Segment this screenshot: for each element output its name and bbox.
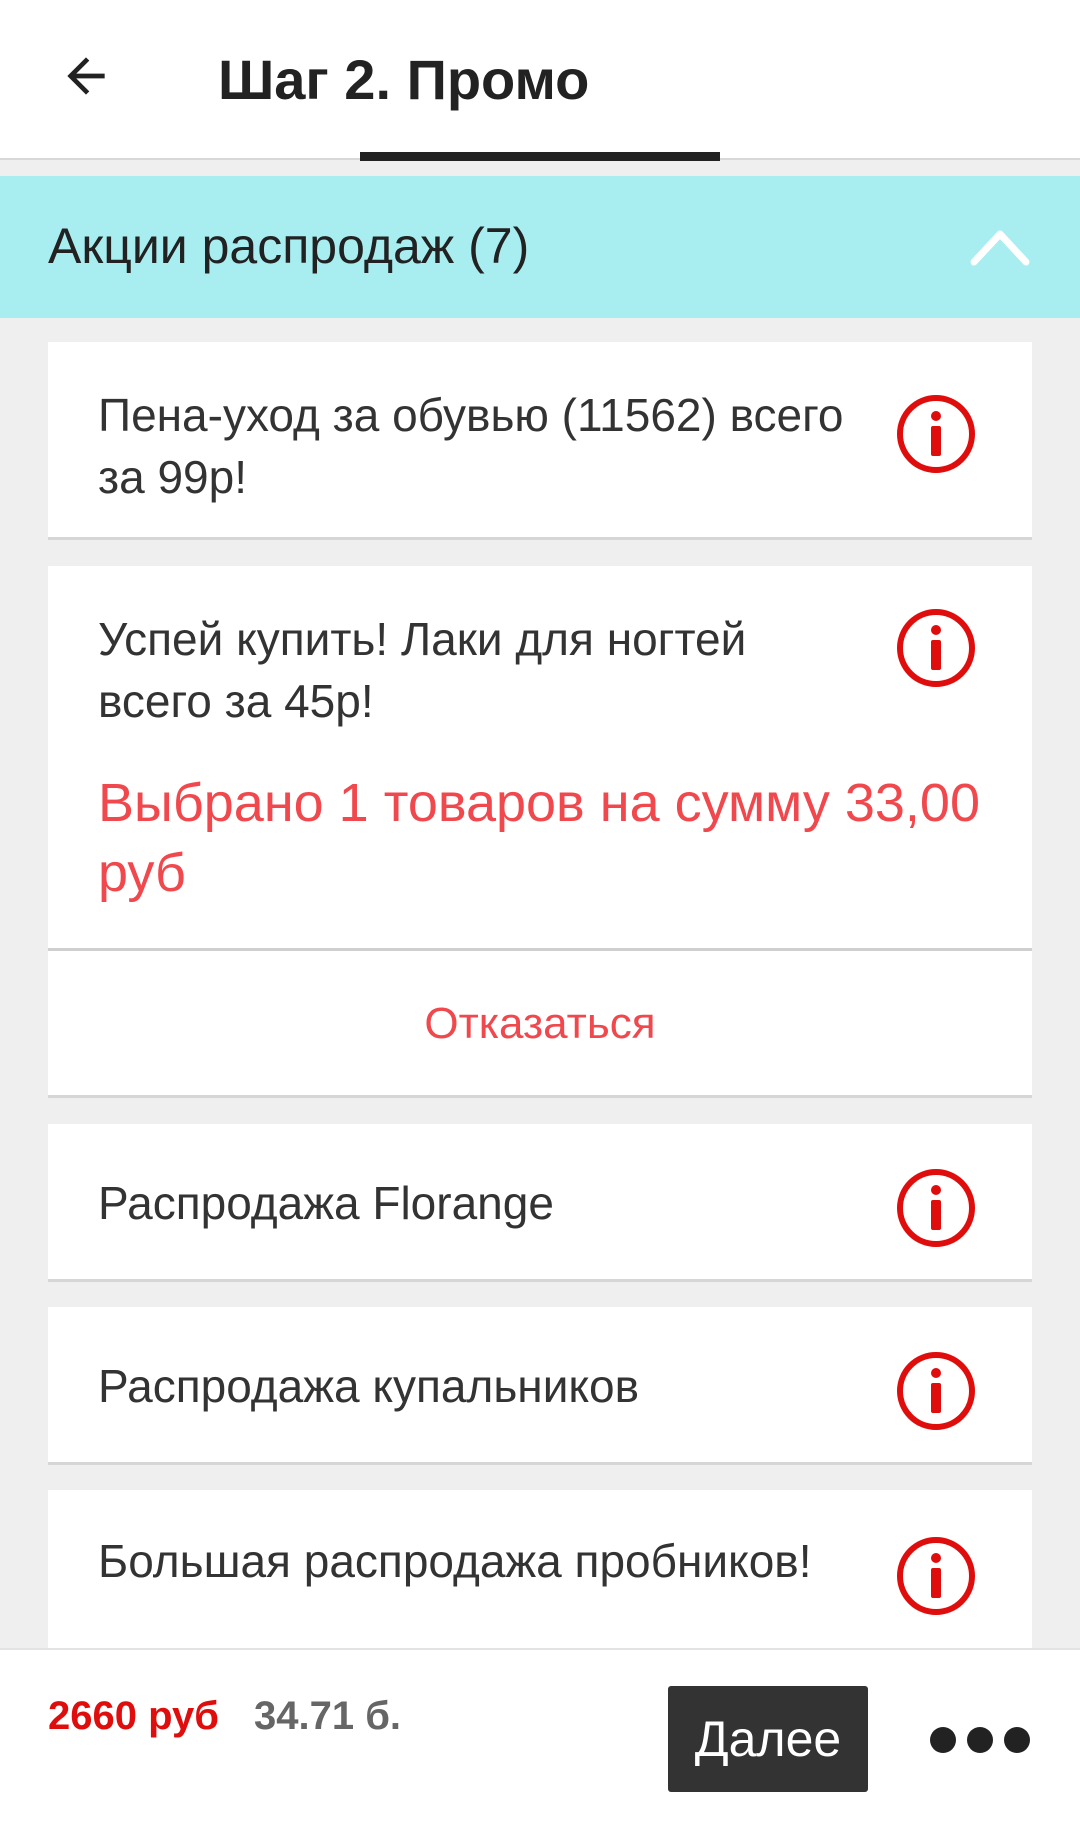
selected-summary: Выбрано 1 товаров на сумму 33,00 руб [98,773,980,903]
section-title: Акции распродаж (7) [48,218,530,274]
total-price: 2660 руб [48,1694,219,1738]
dot [1004,1727,1030,1753]
info-icon[interactable] [894,1349,978,1433]
info-icon[interactable] [894,392,978,476]
promo-title: Успей купить! Лаки для ногтей всего за 4… [98,613,747,727]
chevron-up-icon[interactable] [968,222,1032,270]
promo-card[interactable]: Пена-уход за обувью (11562) всего за 99р… [48,342,1032,540]
promo-card[interactable]: Распродажа купальников [48,1307,1032,1465]
promo-card-selected[interactable]: Успей купить! Лаки для ногтей всего за 4… [48,566,1032,1098]
next-button[interactable]: Далее [668,1686,868,1792]
back-button[interactable] [46,36,126,116]
app-bar: Шаг 2. Промо [0,0,1080,161]
promo-title: Распродажа купальников [98,1360,640,1412]
dot [967,1727,993,1753]
active-tab-indicator [360,152,720,161]
info-icon[interactable] [894,1166,978,1250]
promo-title: Распродажа Florange [98,1177,554,1229]
promo-title: Большая распродажа пробников! [98,1535,812,1587]
decline-button[interactable]: Отказаться [48,951,1032,1097]
bottom-bar: 2660 руб 34.71 б. Далее [0,1648,1080,1842]
promo-section-header[interactable]: Акции распродаж (7) [0,176,1080,318]
dot [930,1727,956,1753]
promo-card[interactable]: Распродажа Florange [48,1124,1032,1282]
info-icon[interactable] [894,606,978,690]
page-title: Шаг 2. Промо [218,48,590,111]
arrow-left-icon [67,57,105,95]
promo-title: Пена-уход за обувью (11562) всего за 99р… [98,389,844,503]
points-total: 34.71 б. [254,1694,402,1738]
more-horizontal-icon[interactable] [930,1720,1030,1760]
info-icon[interactable] [894,1534,978,1618]
